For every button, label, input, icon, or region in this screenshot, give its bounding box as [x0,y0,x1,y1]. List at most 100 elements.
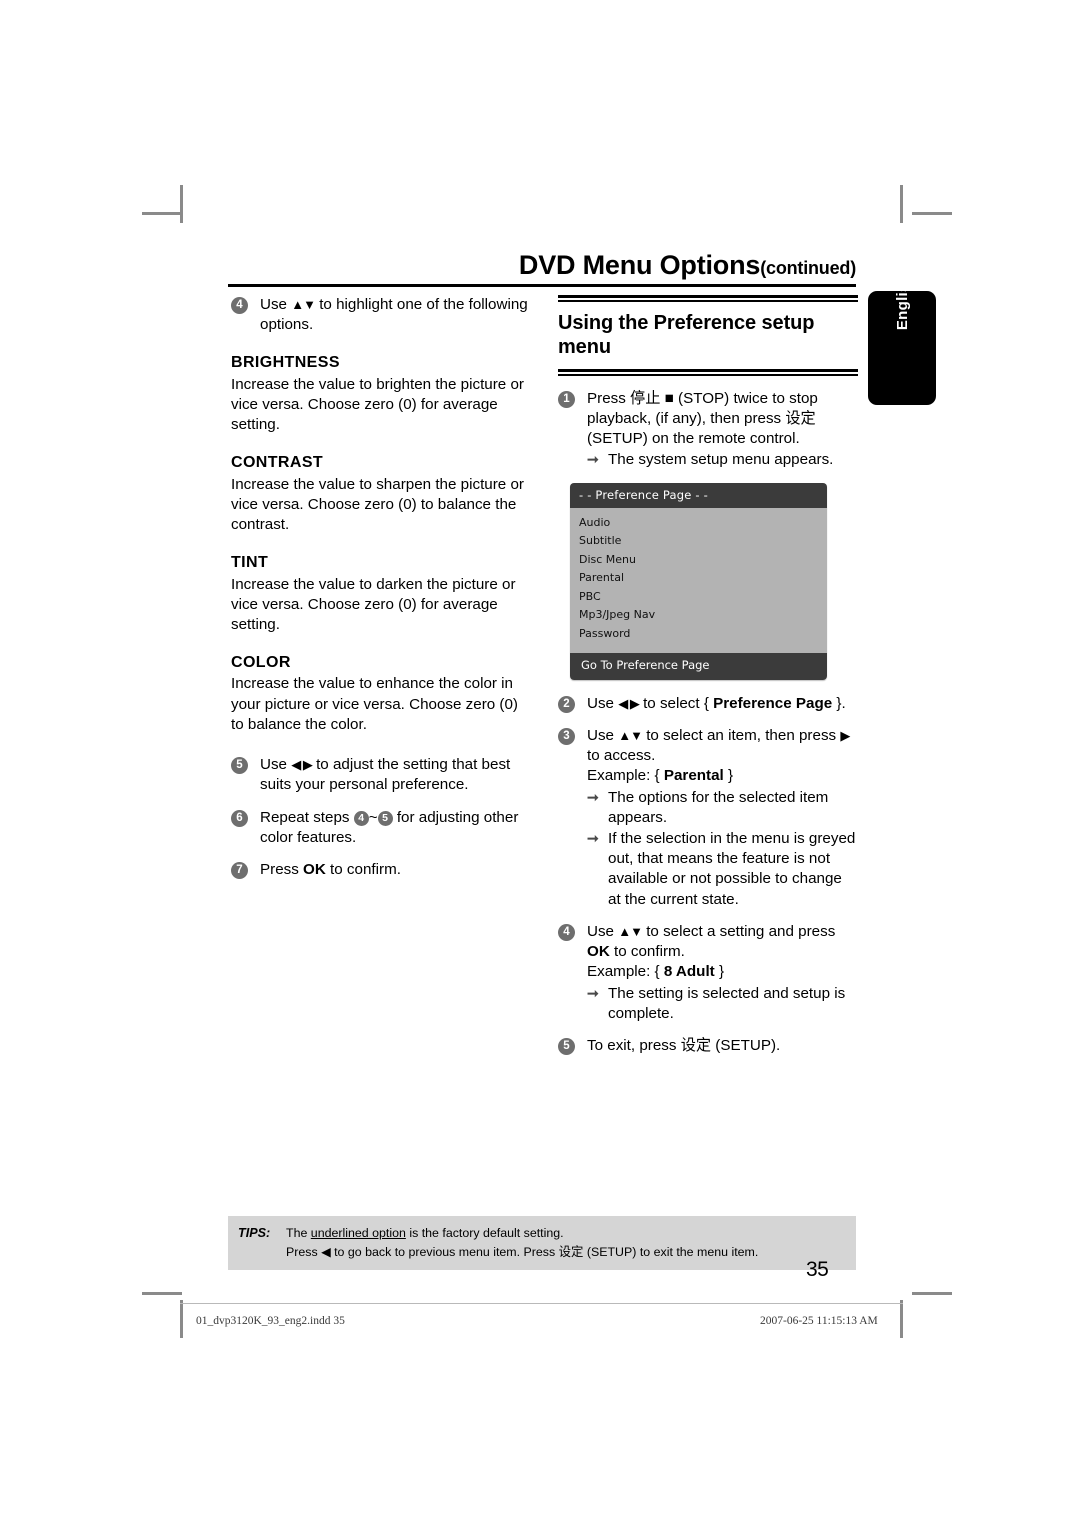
step-text-after: to confirm. [609,943,685,961]
tips-line-2-before: Press [286,1244,322,1259]
step-number: 3 [558,727,575,745]
definition-term: CONTRAST [231,454,324,472]
osd-item-password[interactable]: Password [579,625,827,644]
tips-underlined-option: underlined option [310,1226,406,1240]
example-label: Example: { [587,963,664,981]
step-5-exit-setup: 5 To exit, press 设定 (SETUP). [558,1036,858,1056]
step-number: 7 [231,862,248,879]
ok-key-label: OK [303,861,326,878]
step-6-repeat-steps: 6 Repeat steps 4 ~5 for adjusting other c… [231,808,531,848]
right-column: Using the Preference setup menu 1 Press … [558,295,858,1068]
step-text: To exit, press 设定 (SETUP). [587,1037,781,1054]
step-number: 1 [558,390,575,408]
step-4-select-setting: 4 Use ▲▼ to select a setting and press O… [558,922,858,1024]
osd-footer-go-to-preference-page[interactable]: Go To Preference Page [570,653,827,680]
left-right-arrow-icon: ◀ ▶ [618,695,640,711]
crop-mark-top-left-vertical [180,185,183,223]
definition-body: Increase the value to enhance the color … [231,675,518,733]
arrow-right-icon: ➞ [587,788,599,805]
step-text-after: to access. [587,747,656,765]
step-1-press-stop: 1 Press 停止 ■ (STOP) twice to stop playba… [558,389,858,471]
step-7-press-ok: 7 Press OK to confirm. [231,860,531,880]
step-reference-tilde: ~ [368,808,378,826]
step-number: 5 [558,1038,575,1055]
up-down-arrow-icon: ▲▼ [618,727,643,743]
page-title-suffix: (continued) [760,258,856,278]
footer-timestamp: 2007-06-25 11:15:13 AM [760,1315,878,1327]
step-number: 4 [231,297,248,314]
tips-content: TIPS: The underlined option is the facto… [228,1224,856,1261]
page-number: 35 [806,1258,829,1281]
step-result: ➞ The options for the selected item appe… [587,788,858,828]
osd-item-disc-menu[interactable]: Disc Menu [579,551,827,570]
step-text-after: }. [832,694,846,712]
example-suffix: } [714,963,725,981]
step-4-example: Example: { 8 Adult } [587,962,858,982]
tips-line-2: Press ◀ to go back to previous menu item… [286,1243,856,1262]
tips-line-2-after: to go back to previous menu item. Press … [330,1244,759,1259]
step-text-before: Use [587,694,619,712]
crop-mark-bottom-left-horizontal [142,1292,182,1295]
osd-item-pbc[interactable]: PBC [579,588,827,607]
header-rule [228,284,856,287]
arrow-right-icon: ➞ [587,984,599,1001]
preference-page-label: Preference Page [713,694,833,712]
step-number: 5 [231,757,248,775]
osd-item-mp3-jpeg-nav[interactable]: Mp3/Jpeg Nav [579,606,827,625]
step-text-after: to confirm. [325,861,401,878]
tips-line-1-after: is the factory default setting. [405,1226,564,1240]
step-result: ➞ The system setup menu appears. [587,450,858,470]
section-title: Using the Preference setup menu [558,312,815,359]
osd-item-audio[interactable]: Audio [579,514,827,533]
arrow-right-icon: ➞ [587,451,599,468]
up-down-arrow-icon: ▲▼ [618,923,643,939]
step-result: ➞ If the selection in the menu is greyed… [587,829,858,910]
step-text: Press 停止 ■ (STOP) twice to stop playback… [587,389,818,448]
definition-term: BRIGHTNESS [231,354,340,372]
osd-title-bar: - - Preference Page - - [570,482,827,508]
ok-key-label: OK [587,943,610,961]
step-number: 6 [231,809,248,827]
definition-color: COLOR Increase the value to enhance the … [231,652,531,735]
step-text-before: Repeat steps [260,808,354,826]
example-value: 8 Adult [663,963,715,981]
step-text-mid: to select an item, then press [641,726,841,744]
language-tab: English [868,274,936,405]
step-text-before: Use [587,922,619,940]
left-column: 4 Use ▲▼ to highlight one of the followi… [231,295,531,892]
step-2-select-preference-page: 2 Use ◀ ▶ to select { Preference Page }. [558,694,858,714]
definition-body: Increase the value to brighten the pictu… [231,375,524,434]
step-text-before: Use [260,296,292,313]
crop-mark-top-right-vertical [900,185,903,223]
step-result-text: The setting is selected and setup is com… [608,984,846,1022]
definition-tint: TINT Increase the value to darken the pi… [231,552,531,635]
tips-label: TIPS: [238,1226,271,1240]
step-number: 2 [558,695,575,713]
section-rule-top [558,295,858,302]
arrow-right-glyph-icon: ▶ [840,727,850,743]
definition-term: COLOR [231,654,291,672]
example-value: Parental [663,767,724,785]
tips-line-1: The underlined option is the factory def… [286,1224,856,1243]
osd-item-subtitle[interactable]: Subtitle [579,532,827,551]
footer-filename: 01_dvp3120K_93_eng2.indd 35 [196,1315,345,1327]
step-4-highlight-option: 4 Use ▲▼ to highlight one of the followi… [231,295,531,335]
step-number: 4 [558,923,575,941]
definition-term: TINT [231,554,269,572]
definition-brightness: BRIGHTNESS Increase the value to brighte… [231,352,531,435]
page-header: DVD Menu Options(continued) [228,252,856,287]
crop-mark-bottom-right-horizontal [912,1292,952,1295]
definition-body: Increase the value to sharpen the pictur… [231,475,524,534]
osd-item-parental[interactable]: Parental [579,569,827,588]
step-result: ➞ The setting is selected and setup is c… [587,984,858,1024]
step-text-before: Press [260,861,304,878]
example-label: Example: { [587,767,664,785]
left-right-arrow-icon: ◀ ▶ [291,757,313,773]
up-down-arrow-icon: ▲▼ [291,297,316,312]
step-result-text: The system setup menu appears. [608,451,834,469]
osd-preference-page: - - Preference Page - - Audio Subtitle D… [570,482,827,680]
step-3-example: Example: { Parental } [587,766,858,786]
step-text-mid: to select a setting and press [641,922,836,940]
section-heading: Using the Preference setup menu [558,295,858,376]
page-title: DVD Menu Options(continued) [228,252,856,279]
